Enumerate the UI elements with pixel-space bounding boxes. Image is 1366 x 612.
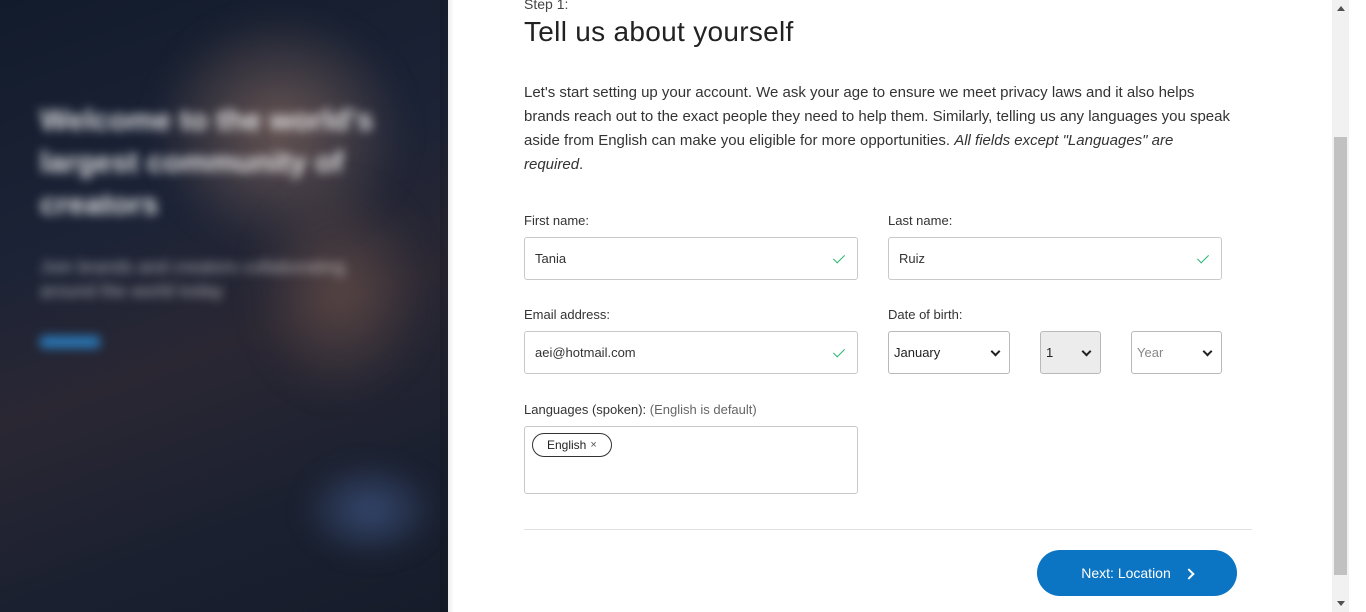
first-name-field[interactable]: Tania bbox=[524, 237, 858, 280]
check-icon bbox=[833, 254, 847, 264]
dob-day-value: 1 bbox=[1046, 345, 1054, 360]
languages-label-text: Languages (spoken): bbox=[524, 402, 647, 417]
first-name-value: Tania bbox=[535, 251, 567, 266]
hero-shadow bbox=[440, 0, 454, 612]
hero-image-highlight bbox=[300, 460, 440, 560]
dob-label: Date of birth: bbox=[888, 307, 963, 322]
last-name-label: Last name: bbox=[888, 213, 953, 228]
remove-tag-icon[interactable]: × bbox=[590, 439, 596, 451]
hero-panel: Welcome to the world's largest community… bbox=[0, 0, 448, 612]
step-label: Step 1: bbox=[524, 0, 569, 12]
dob-day-select[interactable]: 1 bbox=[1040, 331, 1101, 374]
email-label: Email address: bbox=[524, 307, 610, 322]
languages-label: Languages (spoken): (English is default) bbox=[524, 402, 757, 417]
next-button-label: Next: Location bbox=[1081, 565, 1171, 581]
check-icon bbox=[1197, 254, 1211, 264]
hero-headline: Welcome to the world's largest community… bbox=[40, 104, 374, 221]
intro-end: . bbox=[579, 156, 584, 173]
last-name-field[interactable]: Ruiz bbox=[888, 237, 1222, 280]
dob-year-value: Year bbox=[1137, 345, 1164, 360]
last-name-value: Ruiz bbox=[899, 251, 926, 266]
email-value: aei@hotmail.com bbox=[535, 345, 636, 360]
dob-month-select[interactable]: January bbox=[888, 331, 1010, 374]
next-location-button[interactable]: Next: Location bbox=[1037, 550, 1237, 596]
chevron-down-icon bbox=[1080, 348, 1092, 358]
scroll-up-arrow-icon[interactable] bbox=[1332, 0, 1349, 17]
language-tag-label: English bbox=[547, 438, 587, 452]
first-name-label: First name: bbox=[524, 213, 590, 228]
chevron-down-icon bbox=[1201, 348, 1213, 358]
page-title: Tell us about yourself bbox=[524, 16, 794, 47]
divider bbox=[524, 529, 1252, 530]
languages-input[interactable]: English × bbox=[524, 426, 858, 494]
check-icon bbox=[833, 348, 847, 358]
hero-link bbox=[40, 336, 100, 348]
dob-month-value: January bbox=[894, 345, 941, 360]
language-tag: English × bbox=[532, 433, 612, 457]
languages-hint: (English is default) bbox=[649, 402, 757, 417]
scroll-down-arrow-icon[interactable] bbox=[1332, 595, 1349, 612]
hero-subtext: Join brands and creators collaborating a… bbox=[40, 257, 346, 301]
email-field[interactable]: aei@hotmail.com bbox=[524, 331, 858, 374]
chevron-down-icon bbox=[989, 348, 1001, 358]
intro-text: Let's start setting up your account. We … bbox=[524, 81, 1234, 177]
chevron-right-icon bbox=[1183, 567, 1195, 580]
dob-year-select[interactable]: Year bbox=[1131, 331, 1222, 374]
scrollbar-thumb[interactable] bbox=[1334, 137, 1347, 575]
